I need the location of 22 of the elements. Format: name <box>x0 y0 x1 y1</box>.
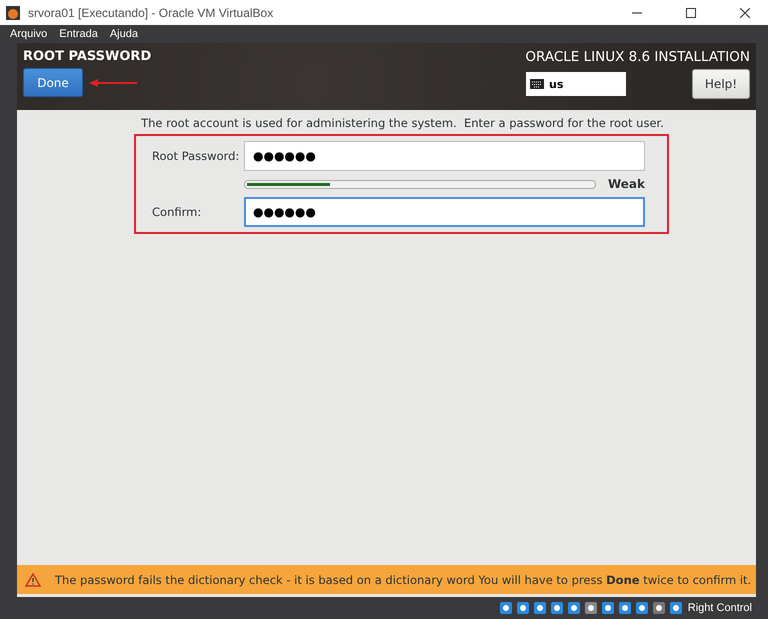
host-key-label: Right Control <box>688 602 752 614</box>
maximize-icon[interactable] <box>686 8 696 18</box>
arrow-icon <box>89 78 137 86</box>
product-title: ORACLE LINUX 8.6 INSTALLATION <box>525 49 750 65</box>
warning-icon <box>25 572 41 586</box>
password-field[interactable]: ●●●●●● <box>244 141 645 171</box>
close-icon[interactable] <box>740 8 750 18</box>
menu-item[interactable]: Entrada <box>53 28 104 40</box>
page-title: ROOT PASSWORD <box>23 49 152 64</box>
confirm-field[interactable]: ●●●●●● <box>244 197 645 227</box>
field-label: Root Password: <box>152 149 240 163</box>
intro-text: The root account is used for administering the system. Enter a password for the root user. <box>141 116 664 130</box>
strength-reading: Weak <box>608 177 645 191</box>
menu-item[interactable]: Ajuda <box>104 28 144 40</box>
warning-text: The password fails the dictionary check - it is based on a dictionary word You will have to press Done twice to confirm it. <box>55 572 752 586</box>
app-icon <box>6 6 20 20</box>
window-title: srvora01 [Executando] - Oracle VM VirtualBox <box>28 6 274 20</box>
keyboard-layout-field[interactable]: us <box>526 72 626 96</box>
done-button[interactable]: Done <box>23 68 83 97</box>
field-label: Confirm: <box>152 205 202 219</box>
menu-item[interactable]: Arquivo <box>4 28 54 40</box>
help-button[interactable]: Help! <box>692 69 750 99</box>
